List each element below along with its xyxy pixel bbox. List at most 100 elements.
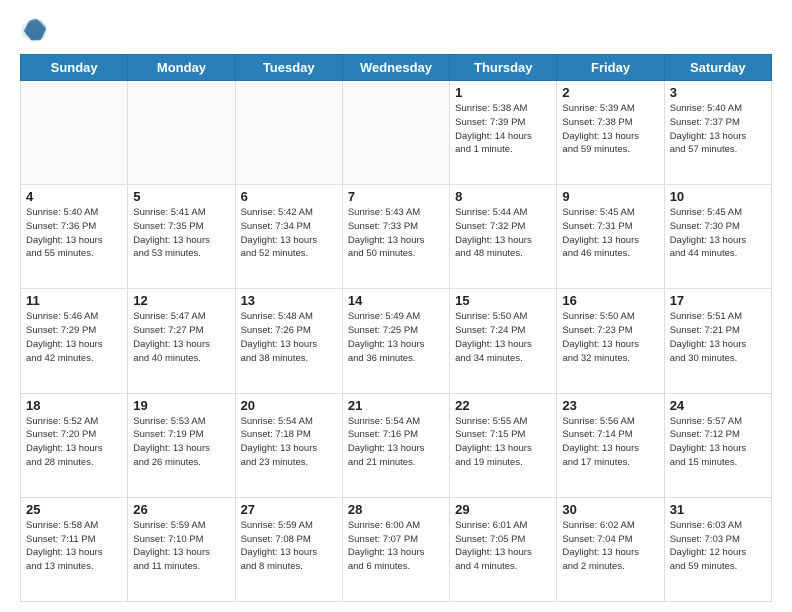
header [20, 16, 772, 44]
day-info: Sunrise: 5:46 AM Sunset: 7:29 PM Dayligh… [26, 310, 122, 365]
logo [20, 16, 52, 44]
day-number: 8 [455, 189, 551, 204]
day-number: 15 [455, 293, 551, 308]
week-row-1: 1 Sunrise: 5:38 AM Sunset: 7:39 PM Daylig… [21, 81, 772, 185]
day-info: Sunrise: 5:50 AM Sunset: 7:24 PM Dayligh… [455, 310, 551, 365]
day-info: Sunrise: 5:49 AM Sunset: 7:25 PM Dayligh… [348, 310, 444, 365]
day-info: Sunrise: 5:40 AM Sunset: 7:36 PM Dayligh… [26, 206, 122, 261]
day-cell-11: 11 Sunrise: 5:46 AM Sunset: 7:29 PM Dayli… [21, 289, 128, 393]
day-cell-19: 19 Sunrise: 5:53 AM Sunset: 7:19 PM Dayli… [128, 393, 235, 497]
day-number: 12 [133, 293, 229, 308]
page: SundayMondayTuesdayWednesdayThursdayFrid… [0, 0, 792, 612]
day-number: 27 [241, 502, 337, 517]
day-cell-4: 4Sunrise: 5:40 AM Sunset: 7:36 PM Daylig… [21, 185, 128, 289]
day-header-wednesday: Wednesday [342, 55, 449, 81]
calendar-table: SundayMondayTuesdayWednesdayThursdayFrid… [20, 54, 772, 602]
day-cell-empty-3 [342, 81, 449, 185]
day-cell-29: 29 Sunrise: 6:01 AM Sunset: 7:05 PM Dayli… [450, 497, 557, 601]
day-number: 3 [670, 85, 766, 100]
day-cell-15: 15 Sunrise: 5:50 AM Sunset: 7:24 PM Dayli… [450, 289, 557, 393]
day-info: Sunrise: 6:00 AM Sunset: 7:07 PM Dayligh… [348, 519, 444, 574]
day-number: 9 [562, 189, 658, 204]
day-cell-3: 3 Sunrise: 5:40 AM Sunset: 7:37 PM Daylig… [664, 81, 771, 185]
day-header-row: SundayMondayTuesdayWednesdayThursdayFrid… [21, 55, 772, 81]
day-number: 14 [348, 293, 444, 308]
day-header-monday: Monday [128, 55, 235, 81]
day-number: 29 [455, 502, 551, 517]
day-info: Sunrise: 5:44 AM Sunset: 7:32 PM Dayligh… [455, 206, 551, 261]
day-info: Sunrise: 5:39 AM Sunset: 7:38 PM Dayligh… [562, 102, 658, 157]
day-number: 20 [241, 398, 337, 413]
day-info: Sunrise: 5:51 AM Sunset: 7:21 PM Dayligh… [670, 310, 766, 365]
day-info: Sunrise: 5:59 AM Sunset: 7:10 PM Dayligh… [133, 519, 229, 574]
day-cell-25: 25 Sunrise: 5:58 AM Sunset: 7:11 PM Dayli… [21, 497, 128, 601]
day-number: 7 [348, 189, 444, 204]
week-row-2: 4Sunrise: 5:40 AM Sunset: 7:36 PM Daylig… [21, 185, 772, 289]
day-cell-5: 5Sunrise: 5:41 AM Sunset: 7:35 PM Daylig… [128, 185, 235, 289]
day-cell-23: 23 Sunrise: 5:56 AM Sunset: 7:14 PM Dayli… [557, 393, 664, 497]
day-number: 22 [455, 398, 551, 413]
day-header-saturday: Saturday [664, 55, 771, 81]
day-info: Sunrise: 5:42 AM Sunset: 7:34 PM Dayligh… [241, 206, 337, 261]
day-number: 21 [348, 398, 444, 413]
day-info: Sunrise: 5:50 AM Sunset: 7:23 PM Dayligh… [562, 310, 658, 365]
day-cell-empty-0 [21, 81, 128, 185]
day-info: Sunrise: 5:59 AM Sunset: 7:08 PM Dayligh… [241, 519, 337, 574]
day-cell-26: 26 Sunrise: 5:59 AM Sunset: 7:10 PM Dayli… [128, 497, 235, 601]
day-info: Sunrise: 6:01 AM Sunset: 7:05 PM Dayligh… [455, 519, 551, 574]
day-info: Sunrise: 5:47 AM Sunset: 7:27 PM Dayligh… [133, 310, 229, 365]
day-number: 17 [670, 293, 766, 308]
day-header-tuesday: Tuesday [235, 55, 342, 81]
day-number: 28 [348, 502, 444, 517]
day-info: Sunrise: 5:45 AM Sunset: 7:31 PM Dayligh… [562, 206, 658, 261]
day-number: 24 [670, 398, 766, 413]
day-info: Sunrise: 6:03 AM Sunset: 7:03 PM Dayligh… [670, 519, 766, 574]
day-number: 5 [133, 189, 229, 204]
day-number: 23 [562, 398, 658, 413]
day-info: Sunrise: 5:56 AM Sunset: 7:14 PM Dayligh… [562, 415, 658, 470]
day-number: 18 [26, 398, 122, 413]
day-number: 25 [26, 502, 122, 517]
day-info: Sunrise: 5:45 AM Sunset: 7:30 PM Dayligh… [670, 206, 766, 261]
week-row-3: 11 Sunrise: 5:46 AM Sunset: 7:29 PM Dayli… [21, 289, 772, 393]
day-info: Sunrise: 5:40 AM Sunset: 7:37 PM Dayligh… [670, 102, 766, 157]
day-number: 16 [562, 293, 658, 308]
day-info: Sunrise: 5:54 AM Sunset: 7:16 PM Dayligh… [348, 415, 444, 470]
day-number: 31 [670, 502, 766, 517]
day-number: 26 [133, 502, 229, 517]
day-cell-1: 1 Sunrise: 5:38 AM Sunset: 7:39 PM Daylig… [450, 81, 557, 185]
day-number: 11 [26, 293, 122, 308]
day-info: Sunrise: 5:43 AM Sunset: 7:33 PM Dayligh… [348, 206, 444, 261]
day-cell-10: 10 Sunrise: 5:45 AM Sunset: 7:30 PM Dayli… [664, 185, 771, 289]
day-cell-14: 14 Sunrise: 5:49 AM Sunset: 7:25 PM Dayli… [342, 289, 449, 393]
day-info: Sunrise: 5:53 AM Sunset: 7:19 PM Dayligh… [133, 415, 229, 470]
day-cell-13: 13Sunrise: 5:48 AM Sunset: 7:26 PM Dayli… [235, 289, 342, 393]
logo-icon [20, 16, 48, 44]
day-header-friday: Friday [557, 55, 664, 81]
day-number: 10 [670, 189, 766, 204]
day-cell-9: 9 Sunrise: 5:45 AM Sunset: 7:31 PM Daylig… [557, 185, 664, 289]
day-cell-17: 17 Sunrise: 5:51 AM Sunset: 7:21 PM Dayli… [664, 289, 771, 393]
day-info: Sunrise: 5:38 AM Sunset: 7:39 PM Dayligh… [455, 102, 551, 157]
day-cell-empty-2 [235, 81, 342, 185]
day-cell-8: 8 Sunrise: 5:44 AM Sunset: 7:32 PM Daylig… [450, 185, 557, 289]
day-info: Sunrise: 5:58 AM Sunset: 7:11 PM Dayligh… [26, 519, 122, 574]
week-row-4: 18Sunrise: 5:52 AM Sunset: 7:20 PM Dayli… [21, 393, 772, 497]
day-cell-22: 22 Sunrise: 5:55 AM Sunset: 7:15 PM Dayli… [450, 393, 557, 497]
day-number: 19 [133, 398, 229, 413]
day-info: Sunrise: 6:02 AM Sunset: 7:04 PM Dayligh… [562, 519, 658, 574]
day-info: Sunrise: 5:55 AM Sunset: 7:15 PM Dayligh… [455, 415, 551, 470]
day-cell-18: 18Sunrise: 5:52 AM Sunset: 7:20 PM Dayli… [21, 393, 128, 497]
day-cell-30: 30 Sunrise: 6:02 AM Sunset: 7:04 PM Dayli… [557, 497, 664, 601]
day-cell-21: 21 Sunrise: 5:54 AM Sunset: 7:16 PM Dayli… [342, 393, 449, 497]
day-number: 13 [241, 293, 337, 308]
day-cell-27: 27 Sunrise: 5:59 AM Sunset: 7:08 PM Dayli… [235, 497, 342, 601]
day-number: 1 [455, 85, 551, 100]
day-cell-16: 16 Sunrise: 5:50 AM Sunset: 7:23 PM Dayli… [557, 289, 664, 393]
day-header-thursday: Thursday [450, 55, 557, 81]
day-cell-6: 6Sunrise: 5:42 AM Sunset: 7:34 PM Daylig… [235, 185, 342, 289]
day-header-sunday: Sunday [21, 55, 128, 81]
day-number: 30 [562, 502, 658, 517]
day-info: Sunrise: 5:54 AM Sunset: 7:18 PM Dayligh… [241, 415, 337, 470]
day-cell-28: 28 Sunrise: 6:00 AM Sunset: 7:07 PM Dayli… [342, 497, 449, 601]
